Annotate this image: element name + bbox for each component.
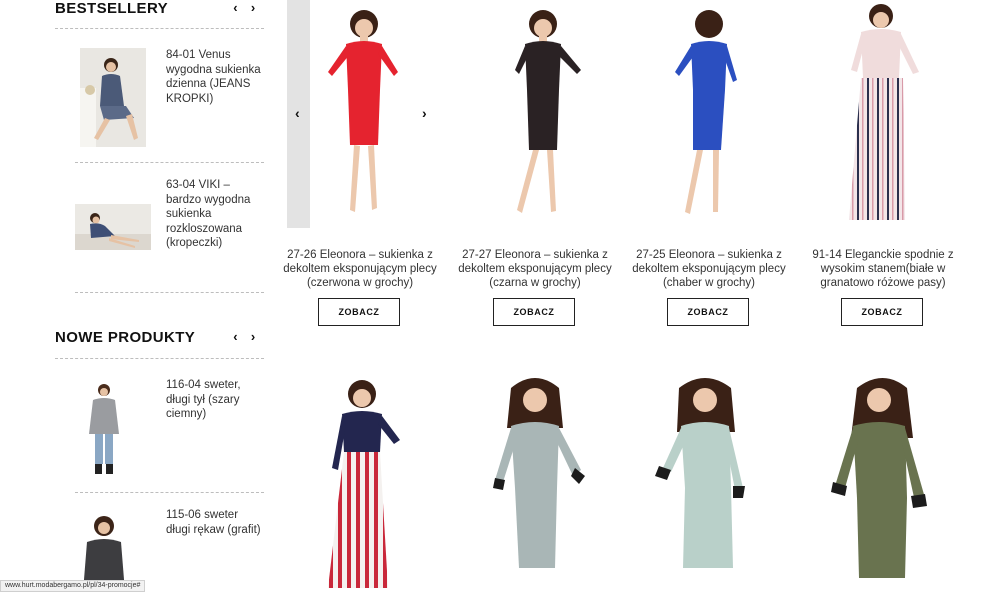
product-thumbnail[interactable] — [79, 378, 129, 477]
product-name[interactable]: 116-04 sweter, długi tył (szary ciemny) — [166, 378, 262, 422]
chevron-left-icon[interactable]: ‹ — [228, 0, 242, 15]
view-button[interactable]: ZOBACZ — [493, 298, 575, 326]
product-image[interactable] — [284, 368, 436, 592]
product-image[interactable] — [459, 0, 611, 225]
divider — [55, 28, 264, 29]
product-thumbnail[interactable] — [80, 48, 146, 147]
new-products-arrows: ‹ › — [228, 329, 260, 344]
product-image[interactable] — [633, 368, 785, 592]
product-image[interactable] — [807, 0, 959, 225]
product-name[interactable]: 27-27 Eleonora – sukienka z dekoltem eks… — [449, 248, 621, 290]
new-products-header: NOWE PRODUKTY ‹ › — [55, 329, 264, 349]
bestsellers-title: BESTSELLERY — [55, 0, 169, 17]
chevron-right-icon[interactable]: › — [246, 0, 260, 15]
bestsellers-arrows: ‹ › — [228, 0, 260, 15]
product-image[interactable] — [310, 0, 418, 225]
product-name[interactable]: 84-01 Venus wygodna sukienka dzienna (JE… — [166, 48, 262, 106]
status-bar-url: www.hurt.modabergamo.pl/pl/34-promocje# — [0, 580, 146, 592]
product-name[interactable]: 63-04 VIKI – bardzo wygodna sukienka roz… — [166, 178, 262, 251]
product-image[interactable] — [633, 0, 785, 225]
new-product-item[interactable]: 116-04 sweter, długi tył (szary ciemny) — [75, 378, 264, 488]
bestseller-item[interactable]: 63-04 VIKI – bardzo wygodna sukienka roz… — [75, 178, 264, 288]
product-name[interactable]: 115-06 sweter długi rękaw (grafit) — [166, 508, 262, 537]
bestsellers-header: BESTSELLERY ‹ › — [55, 0, 264, 20]
bestseller-item[interactable]: 84-01 Venus wygodna sukienka dzienna (JE… — [75, 48, 264, 158]
divider — [75, 292, 264, 293]
new-products-title: NOWE PRODUKTY — [55, 329, 196, 346]
product-thumbnail[interactable] — [75, 204, 151, 250]
product-name[interactable]: 27-26 Eleonora – sukienka z dekoltem eks… — [274, 248, 446, 290]
dress-top — [346, 41, 382, 90]
product-name[interactable]: 91-14 Eleganckie spodnie z wysokim stane… — [797, 248, 969, 290]
view-button[interactable]: ZOBACZ — [318, 298, 400, 326]
chevron-left-icon[interactable]: ‹ — [228, 329, 242, 344]
product-image[interactable] — [807, 368, 959, 592]
sidebar: BESTSELLERY ‹ › 84-01 Venus wygodna suki… — [55, 0, 264, 592]
product-name[interactable]: 27-25 Eleonora – sukienka z dekoltem eks… — [623, 248, 795, 290]
chevron-right-icon[interactable]: › — [422, 105, 427, 121]
chevron-left-icon[interactable]: ‹ — [295, 105, 300, 121]
divider — [75, 162, 264, 163]
product-image[interactable] — [459, 368, 611, 592]
view-button[interactable]: ZOBACZ — [667, 298, 749, 326]
divider — [55, 358, 264, 359]
chevron-right-icon[interactable]: › — [246, 329, 260, 344]
divider — [75, 492, 264, 493]
view-button[interactable]: ZOBACZ — [841, 298, 923, 326]
